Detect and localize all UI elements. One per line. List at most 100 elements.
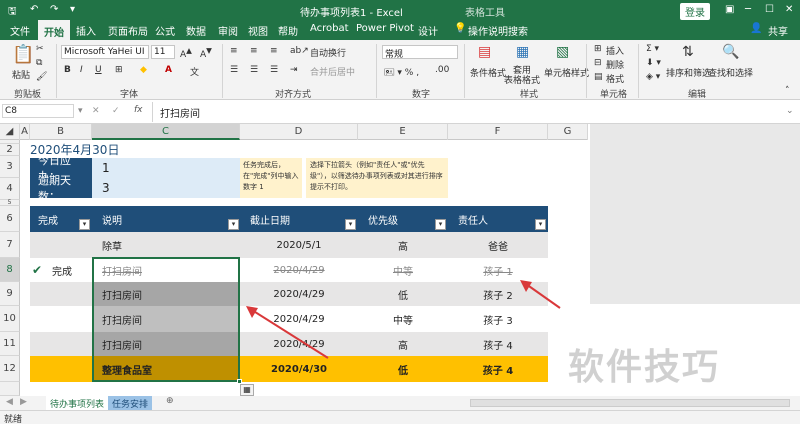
insert-cells-icon[interactable]: ⊞ bbox=[594, 44, 602, 54]
horizontal-scrollbar[interactable] bbox=[470, 399, 790, 407]
align-center-icon[interactable]: ☰ bbox=[250, 65, 258, 75]
decimal-icon[interactable]: .00 bbox=[435, 65, 449, 75]
header-due-date[interactable]: 截止日期 bbox=[250, 206, 340, 232]
scroll-left-icon[interactable]: ◀ bbox=[6, 397, 13, 407]
paste-button[interactable]: 粘贴 bbox=[12, 68, 30, 81]
fill-color-icon[interactable]: ◆ bbox=[140, 65, 147, 75]
delete-cells-icon[interactable]: ⊟ bbox=[594, 58, 602, 68]
format-painter-icon[interactable]: 🖌 bbox=[36, 72, 47, 82]
font-size-select[interactable]: 11 bbox=[151, 45, 175, 59]
find-select-icon[interactable]: 🔍 bbox=[722, 44, 739, 60]
tab-acrobat[interactable]: Acrobat bbox=[310, 23, 349, 34]
bold-button[interactable]: B bbox=[64, 65, 71, 75]
conditional-format-button[interactable]: 条件格式 bbox=[470, 66, 506, 79]
tab-file[interactable]: 文件 bbox=[10, 23, 30, 38]
row-header-2[interactable]: 2 bbox=[0, 144, 20, 156]
tab-insert[interactable]: 插入 bbox=[76, 23, 96, 38]
ribbon-display-icon[interactable]: ▣ bbox=[725, 4, 734, 15]
font-color-icon[interactable]: A bbox=[165, 65, 172, 75]
column-header-b[interactable]: B bbox=[30, 124, 92, 140]
row-header-3[interactable]: 3 bbox=[0, 156, 20, 178]
row-header-9[interactable]: 9 bbox=[0, 282, 20, 306]
quick-analysis-icon[interactable]: ▦ bbox=[240, 384, 254, 396]
align-middle-icon[interactable]: ≡ bbox=[250, 46, 258, 56]
close-icon[interactable]: ✕ bbox=[785, 4, 793, 15]
row7-owner[interactable]: 爸爸 bbox=[448, 232, 548, 258]
redo-icon[interactable]: ↷ bbox=[50, 4, 58, 15]
share-icon[interactable]: 👤 bbox=[750, 23, 762, 34]
tab-design[interactable]: 设计 bbox=[418, 23, 438, 38]
border-icon[interactable]: ⊞ bbox=[115, 65, 123, 75]
column-header-e[interactable]: E bbox=[358, 124, 448, 140]
paste-icon[interactable]: 📋 bbox=[12, 44, 34, 65]
cell-style-icon[interactable]: ▧ bbox=[556, 44, 569, 60]
wrap-text-button[interactable]: 自动换行 bbox=[310, 46, 346, 59]
phonetic-icon[interactable]: 文 bbox=[190, 65, 199, 78]
filter-dropdown-priority-icon[interactable]: ▾ bbox=[435, 219, 446, 230]
formula-input[interactable]: 打扫房间 bbox=[160, 105, 200, 120]
column-header-c[interactable]: C bbox=[92, 124, 240, 140]
cut-icon[interactable]: ✂ bbox=[36, 44, 44, 54]
collapse-ribbon-icon[interactable]: ˄ bbox=[785, 86, 790, 96]
tab-review[interactable]: 审阅 bbox=[218, 23, 238, 38]
column-header-g[interactable]: G bbox=[548, 124, 588, 140]
select-all-corner[interactable]: ◢ bbox=[0, 124, 20, 140]
format-cells-icon[interactable]: ▤ bbox=[594, 72, 603, 82]
table-format-icon[interactable]: ▦ bbox=[516, 44, 529, 60]
name-box[interactable]: C8 bbox=[2, 104, 74, 118]
italic-button[interactable]: I bbox=[80, 65, 83, 75]
tab-view[interactable]: 视图 bbox=[248, 23, 268, 38]
overdue-value[interactable]: 3 bbox=[92, 178, 240, 198]
sort-filter-button[interactable]: 排序和筛选 bbox=[666, 66, 711, 79]
expand-formula-icon[interactable]: ⌄ bbox=[786, 106, 794, 116]
number-format-select[interactable]: 常规 bbox=[382, 45, 458, 60]
column-header-f[interactable]: F bbox=[448, 124, 548, 140]
row-header-6[interactable]: 6 bbox=[0, 206, 20, 232]
copy-icon[interactable]: ⧉ bbox=[36, 58, 42, 68]
tab-home[interactable]: 开始 bbox=[38, 20, 70, 40]
filter-dropdown-description-icon[interactable]: ▾ bbox=[228, 219, 239, 230]
save-icon[interactable]: 🖫 bbox=[8, 4, 17, 21]
undo-icon[interactable]: ↶ bbox=[30, 4, 38, 15]
sheet-tab-schedule[interactable]: 任务安排 bbox=[108, 396, 153, 411]
format-cells-button[interactable]: 格式 bbox=[606, 72, 624, 85]
clear-icon[interactable]: ◈ ▾ bbox=[646, 72, 660, 82]
tab-data[interactable]: 数据 bbox=[186, 23, 206, 38]
tab-formulas[interactable]: 公式 bbox=[155, 23, 175, 38]
filter-dropdown-done-icon[interactable]: ▾ bbox=[79, 219, 90, 230]
shrink-font-icon[interactable]: A▼ bbox=[200, 46, 212, 60]
insert-cells-button[interactable]: 插入 bbox=[606, 44, 624, 57]
add-sheet-icon[interactable]: ⊕ bbox=[166, 396, 174, 406]
align-right-icon[interactable]: ☰ bbox=[270, 65, 278, 75]
login-button[interactable]: 登录 bbox=[680, 3, 710, 20]
overdue-label[interactable]: 逾期天数： bbox=[30, 174, 92, 203]
note-filter[interactable]: 选择下拉箭头（例如"责任人"或"优先级"），以筛选待办事项列表或对其进行排序提示… bbox=[306, 158, 448, 198]
cancel-entry-icon[interactable]: ✕ bbox=[92, 106, 100, 116]
autosum-icon[interactable]: Σ ▾ bbox=[646, 44, 659, 54]
align-bottom-icon[interactable]: ≡ bbox=[270, 46, 278, 56]
currency-icon[interactable]: 🖭 ▾ % , bbox=[384, 65, 419, 81]
row-header-8[interactable]: 8 bbox=[0, 258, 20, 282]
row7-date[interactable]: 2020/5/1 bbox=[240, 232, 358, 258]
filter-dropdown-owner-icon[interactable]: ▾ bbox=[535, 219, 546, 230]
find-select-button[interactable]: 查找和选择 bbox=[708, 66, 753, 79]
fill-icon[interactable]: ⬇ ▾ bbox=[646, 58, 661, 68]
column-header-a[interactable]: A bbox=[20, 124, 30, 140]
insert-function-icon[interactable]: fx bbox=[134, 105, 143, 115]
header-owner[interactable]: 责任人 bbox=[458, 206, 538, 232]
due-today-value[interactable]: 1 bbox=[92, 158, 240, 178]
tab-help[interactable]: 帮助 bbox=[278, 23, 298, 38]
row-header-4[interactable]: 4 bbox=[0, 178, 20, 200]
font-name-select[interactable]: Microsoft YaHei UI bbox=[61, 45, 149, 59]
row-header-13[interactable] bbox=[0, 382, 20, 396]
merge-center-button[interactable]: 合并后居中 bbox=[310, 65, 355, 78]
customize-icon[interactable]: ▾ bbox=[70, 4, 75, 15]
grow-font-icon[interactable]: A▲ bbox=[180, 46, 192, 60]
conditional-format-icon[interactable]: ▤ bbox=[478, 44, 491, 60]
tab-power-pivot[interactable]: Power Pivot bbox=[356, 23, 414, 34]
orientation-icon[interactable]: ab↗ bbox=[290, 46, 309, 56]
row7-description[interactable]: 除草 bbox=[102, 232, 232, 258]
table-format-button[interactable]: 套用 表格格式 bbox=[504, 66, 540, 86]
note-complete[interactable]: 任务完成后，在"完成"列中输入数字 1 bbox=[240, 158, 302, 198]
underline-button[interactable]: U bbox=[95, 65, 102, 75]
